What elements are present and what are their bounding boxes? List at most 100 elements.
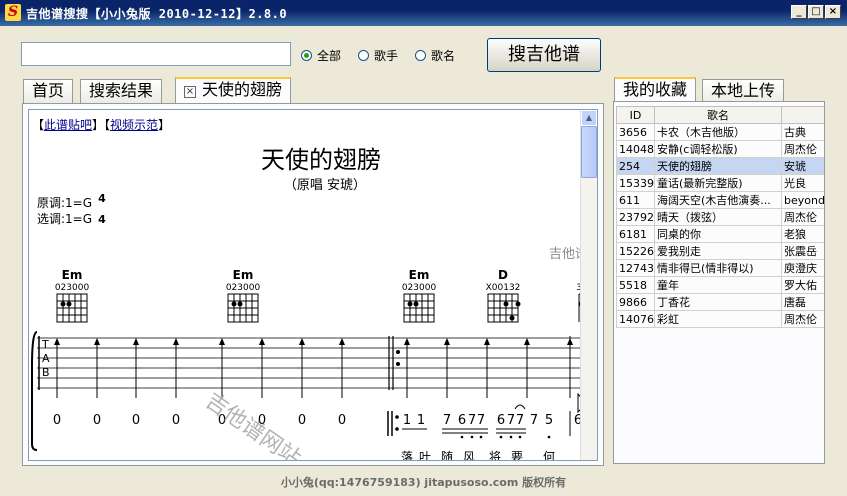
finger-dot	[515, 301, 521, 307]
column-header-artist[interactable]	[781, 106, 824, 124]
rest-note: 0	[338, 413, 346, 428]
finger-dot	[407, 301, 413, 307]
window-title: 吉他谱搜搜【小小兔版 2010-12-12】2.8.0	[26, 7, 288, 21]
time-sig-bottom: 4	[98, 213, 106, 226]
status-bar: 小小兔(qq:1476759183) jitapusoso.com 版权所有	[280, 476, 567, 489]
radio-singer-dot[interactable]	[358, 50, 369, 61]
rest-note: 0	[93, 413, 101, 428]
app-s-icon: S	[5, 4, 21, 21]
melody-note: 1	[417, 413, 425, 428]
melody-note: 6	[497, 413, 505, 428]
tab-content-panel: 【此谱贴吧】【视频示范】 天使的翅膀 （原唱 安琥） 原调:1=G 选调:1=G…	[22, 103, 604, 466]
repeat-dot	[396, 362, 400, 366]
tab-song-label: 天使的翅膀	[202, 80, 283, 99]
table-row[interactable]: 5518 童年 罗大佑	[616, 276, 824, 294]
chord-name: Em	[409, 268, 430, 282]
key-selected: 选调:1=G	[37, 212, 92, 226]
tab-song-tianshi[interactable]: × 天使的翅膀	[175, 77, 292, 103]
minimize-button[interactable]: _	[791, 5, 807, 19]
radio-song-dot[interactable]	[415, 50, 426, 61]
table-row[interactable]: 15339 童话(最新完整版) 光良	[616, 174, 824, 192]
tab-my-favorites[interactable]: 我的收藏	[614, 77, 697, 103]
cell-artist: 庾澄庆	[781, 259, 824, 277]
melody-note: 7	[516, 413, 524, 428]
melody-note: 5	[545, 413, 553, 428]
cell-artist: 周杰伦	[781, 140, 824, 158]
favorites-panel: ID 歌名 3656 卡农（木吉他版） 古典 14048 安静(c调轻松版) 周杰伦 254…	[613, 101, 825, 464]
cell-name: 安静(c调轻松版)	[654, 140, 782, 158]
melody-note: 7	[507, 413, 515, 428]
score-viewer[interactable]: 【此谱贴吧】【视频示范】 天使的翅膀 （原唱 安琥） 原调:1=G 选调:1=G…	[28, 109, 598, 461]
scroll-thumb[interactable]	[581, 126, 597, 178]
jianpu-row: 0 0 0 0 0 0 0 0 1 1 7 6 7 7 6 7 7 7 5 6	[53, 404, 582, 439]
close-tab-icon[interactable]: ×	[184, 86, 196, 98]
title-bar[interactable]: S 吉他谱搜搜【小小兔版 2010-12-12】2.8.0 _ □ ×	[0, 0, 847, 26]
radio-all[interactable]: 全部	[301, 47, 341, 64]
watermark-text: 吉他谱网站	[201, 388, 305, 461]
melody-note: 1	[403, 413, 411, 428]
tieba-link[interactable]: 此谱贴吧	[44, 118, 92, 132]
rest-note: 0	[132, 413, 140, 428]
tab-staff: T A B	[31, 331, 582, 451]
melody-note: 7	[477, 413, 485, 428]
radio-all-dot[interactable]	[301, 50, 312, 61]
cell-artist: 罗大佑	[781, 276, 824, 294]
finger-dot	[237, 301, 243, 307]
table-row[interactable]: 6181 同桌的你 老狼	[616, 225, 824, 243]
table-row[interactable]: 15226 爱我别走 张震岳	[616, 242, 824, 260]
chord-name: Em	[233, 268, 254, 282]
tab-letter-t: T	[41, 338, 49, 351]
video-demo-link[interactable]: 视频示范	[110, 118, 158, 132]
tab-search-results[interactable]: 搜索结果	[80, 79, 163, 103]
table-row[interactable]: 9866 丁香花 唐磊	[616, 293, 824, 311]
finger-dot	[503, 301, 509, 307]
cell-id: 23792	[616, 208, 655, 226]
cell-id: 9866	[616, 293, 655, 311]
column-header-id[interactable]: ID	[616, 106, 655, 124]
cell-id: 254	[616, 157, 655, 175]
table-row[interactable]: 12743 情非得已(情非得以) 庾澄庆	[616, 259, 824, 277]
cell-name: 晴天（拨弦）	[654, 208, 782, 226]
cell-artist: 唐磊	[781, 293, 824, 311]
chord-em-1: Em 023000	[55, 268, 90, 323]
search-input[interactable]	[21, 42, 291, 66]
column-header-song[interactable]: 歌名	[654, 106, 782, 124]
maximize-button[interactable]: □	[808, 5, 824, 19]
close-button[interactable]: ×	[825, 5, 841, 19]
table-row[interactable]: 23792 晴天（拨弦） 周杰伦	[616, 208, 824, 226]
tab-my-favorites-label: 我的收藏	[623, 80, 688, 99]
lyric-char: 风	[463, 450, 475, 461]
scroll-up-arrow-icon[interactable]: ▲	[581, 110, 597, 126]
cell-name: 天使的翅膀	[654, 157, 782, 175]
tab-letter-a: A	[42, 352, 50, 365]
key-original: 原调:1=G	[37, 196, 92, 210]
search-guitar-tab-button[interactable]: 搜吉他谱	[487, 38, 601, 72]
table-row[interactable]: 14048 安静(c调轻松版) 周杰伦	[616, 140, 824, 158]
chord-fingering: 023000	[55, 283, 90, 293]
rest-note: 0	[172, 413, 180, 428]
cell-id: 14076	[616, 310, 655, 328]
table-row[interactable]: 3656 卡农（木吉他版） 古典	[616, 123, 824, 141]
melody-note: 7	[530, 413, 538, 428]
tab-home[interactable]: 首页	[23, 79, 74, 103]
chord-fingering: 023000	[226, 283, 261, 293]
table-row[interactable]: 254 天使的翅膀 安琥	[616, 157, 824, 175]
table-row[interactable]: 14076 彩虹 周杰伦	[616, 310, 824, 328]
radio-all-label: 全部	[317, 49, 342, 63]
cell-artist: 古典	[781, 123, 824, 141]
cell-id: 12743	[616, 259, 655, 277]
radio-song[interactable]: 歌名	[415, 47, 455, 64]
cell-name: 丁香花	[654, 293, 782, 311]
melody-note: 7	[443, 413, 451, 428]
table-row[interactable]: 611 海阔天空(木吉他演奏... beyond	[616, 191, 824, 209]
vertical-scrollbar[interactable]: ▲	[580, 110, 597, 460]
melody-note: 6	[458, 413, 466, 428]
chord-em-3: Em 023000	[402, 268, 436, 323]
chord-name: Em	[62, 268, 83, 282]
tab-local-upload[interactable]: 本地上传	[702, 79, 785, 103]
lyric-char: 落	[401, 450, 413, 461]
cell-name: 爱我别走	[654, 242, 782, 260]
radio-singer[interactable]: 歌手	[358, 47, 398, 64]
cell-name: 卡农（木吉他版）	[654, 123, 782, 141]
guitar-score: 天使的翅膀 （原唱 安琥） 原调:1=G 选调:1=G 4 4 吉他谱 Em 0…	[29, 136, 582, 461]
